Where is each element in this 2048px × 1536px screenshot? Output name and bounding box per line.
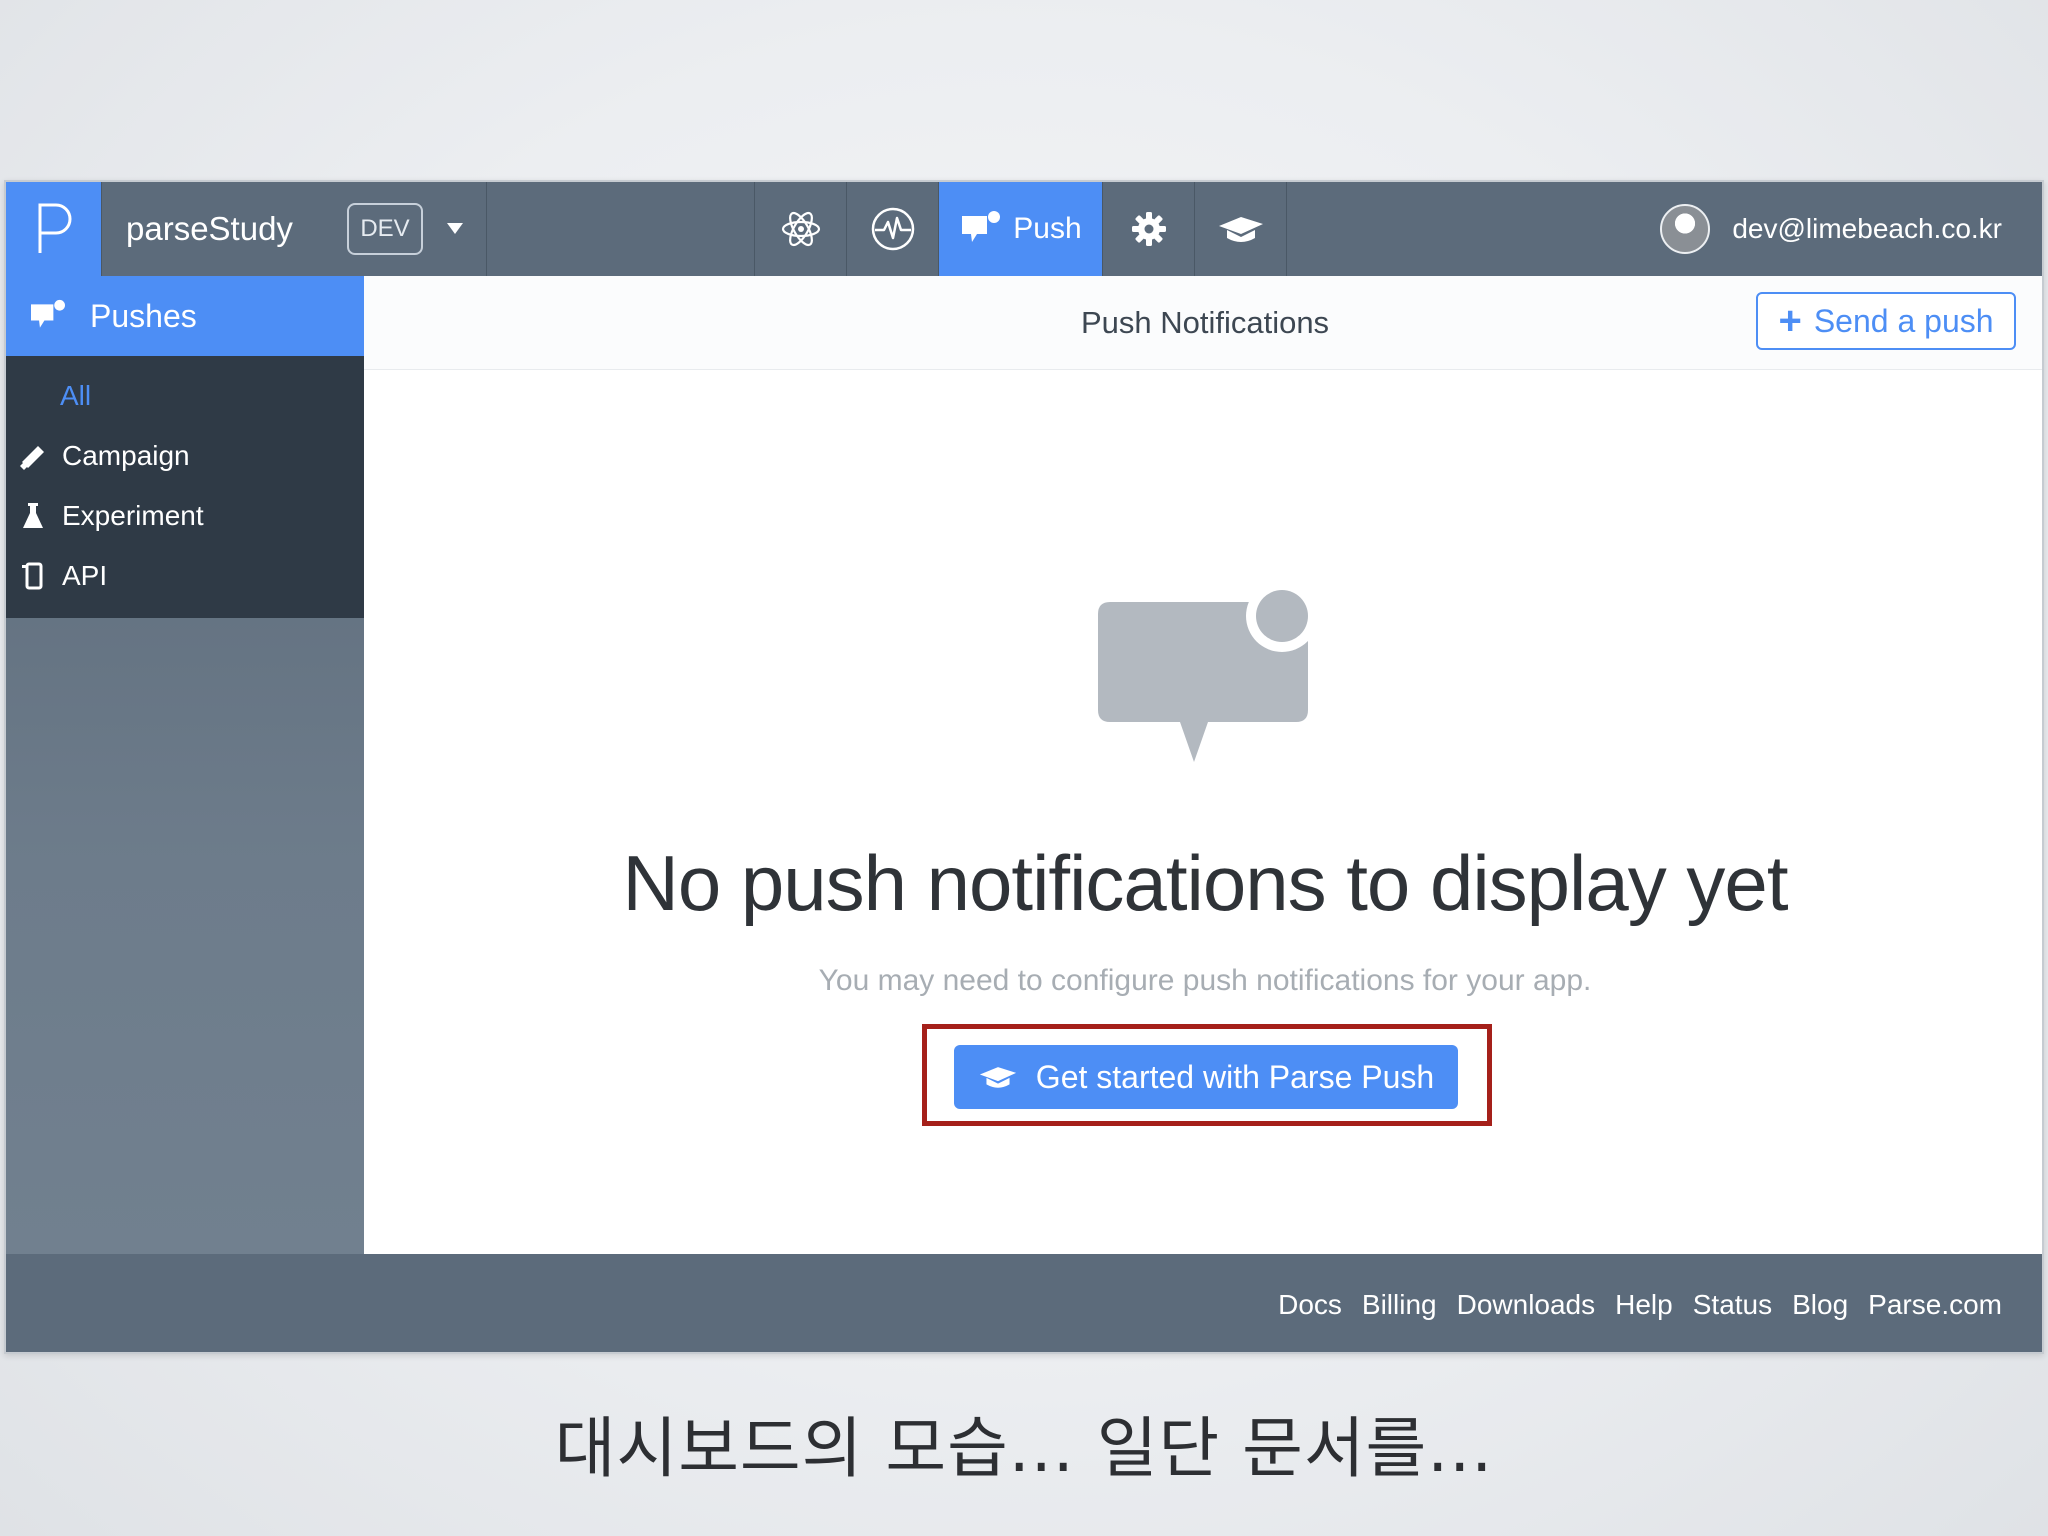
env-badge[interactable]: DEV — [347, 203, 423, 255]
user-menu[interactable]: dev@limebeach.co.kr — [1287, 182, 2042, 276]
analytics-pulse-icon — [871, 207, 914, 251]
sidebar-item-api[interactable]: API — [6, 546, 364, 606]
user-email[interactable]: dev@limebeach.co.kr — [1732, 213, 2002, 245]
graduation-cap-icon — [979, 1067, 1016, 1088]
device-icon — [18, 562, 48, 590]
plus-icon: + — [1778, 299, 1802, 343]
push-chat-icon — [1098, 586, 1318, 762]
main-content: Push Notifications + Send a push No push… — [364, 276, 2042, 1254]
nav-push-button[interactable]: Push — [939, 182, 1103, 276]
sidebar-item-experiment[interactable]: Experiment — [6, 486, 364, 546]
app-switcher[interactable]: parseStudy DEV — [102, 182, 487, 276]
nav-push-label: Push — [1013, 212, 1082, 245]
chevron-down-icon[interactable] — [447, 223, 463, 234]
footer-link-status[interactable]: Status — [1693, 1289, 1772, 1321]
page-title: Push Notifications — [1080, 304, 1330, 340]
nav-settings-button[interactable] — [1103, 182, 1195, 276]
footer: Docs Billing Downloads Help Status Blog … — [6, 1254, 2042, 1352]
footer-link-billing[interactable]: Billing — [1362, 1289, 1437, 1321]
footer-link-help[interactable]: Help — [1615, 1289, 1673, 1321]
dashboard-window: parseStudy DEV Push dev@limebeach.co.kr … — [4, 180, 2044, 1354]
sidebar-item-label: API — [62, 560, 108, 591]
send-push-label: Send a push — [1813, 302, 1994, 339]
empty-state-subtitle: You may need to configure push notificat… — [818, 964, 1592, 997]
top-navbar: parseStudy DEV Push dev@limebeach.co.kr — [6, 182, 2042, 276]
sidebar-item-all[interactable]: All — [6, 366, 364, 426]
push-chat-icon — [31, 299, 65, 328]
footer-link-downloads[interactable]: Downloads — [1457, 1289, 1596, 1321]
navbar-spacer — [487, 182, 755, 276]
graduation-cap-icon — [1218, 217, 1263, 242]
footer-link-parse[interactable]: Parse.com — [1868, 1289, 2002, 1321]
parse-logo[interactable] — [6, 182, 102, 276]
gear-icon — [1131, 212, 1166, 246]
page-header: Push Notifications + Send a push — [364, 276, 2042, 370]
push-chat-icon — [962, 211, 1001, 242]
sidebar-section-label: Pushes — [90, 297, 197, 334]
parse-logo-icon — [38, 203, 71, 253]
flask-icon — [18, 502, 48, 530]
app-name: parseStudy — [126, 210, 293, 247]
nav-analytics-button[interactable] — [847, 182, 939, 276]
megaphone-icon — [18, 442, 48, 470]
sidebar-item-campaign[interactable]: Campaign — [6, 426, 364, 486]
sidebar-menu: All Campaign Experiment API — [6, 356, 364, 618]
avatar[interactable] — [1660, 204, 1711, 254]
sidebar: Pushes All Campaign Experiment API — [6, 276, 364, 1254]
sidebar-item-label: Experiment — [62, 500, 204, 531]
nav-core-button[interactable] — [755, 182, 847, 276]
footer-link-blog[interactable]: Blog — [1792, 1289, 1848, 1321]
get-started-button[interactable]: Get started with Parse Push — [954, 1045, 1458, 1109]
slide-caption: 대시보드의 모습... 일단 문서를... — [554, 1410, 1494, 1487]
atom-icon — [781, 211, 820, 247]
send-push-button[interactable]: + Send a push — [1756, 292, 2016, 350]
sidebar-item-label: Campaign — [62, 440, 190, 471]
nav-docs-button[interactable] — [1195, 182, 1287, 276]
footer-link-docs[interactable]: Docs — [1278, 1289, 1342, 1321]
get-started-label: Get started with Parse Push — [1035, 1058, 1435, 1095]
empty-state-title: No push notifications to display yet — [622, 839, 1788, 927]
sidebar-item-label: All — [60, 380, 92, 411]
sidebar-section-pushes[interactable]: Pushes — [6, 276, 364, 356]
